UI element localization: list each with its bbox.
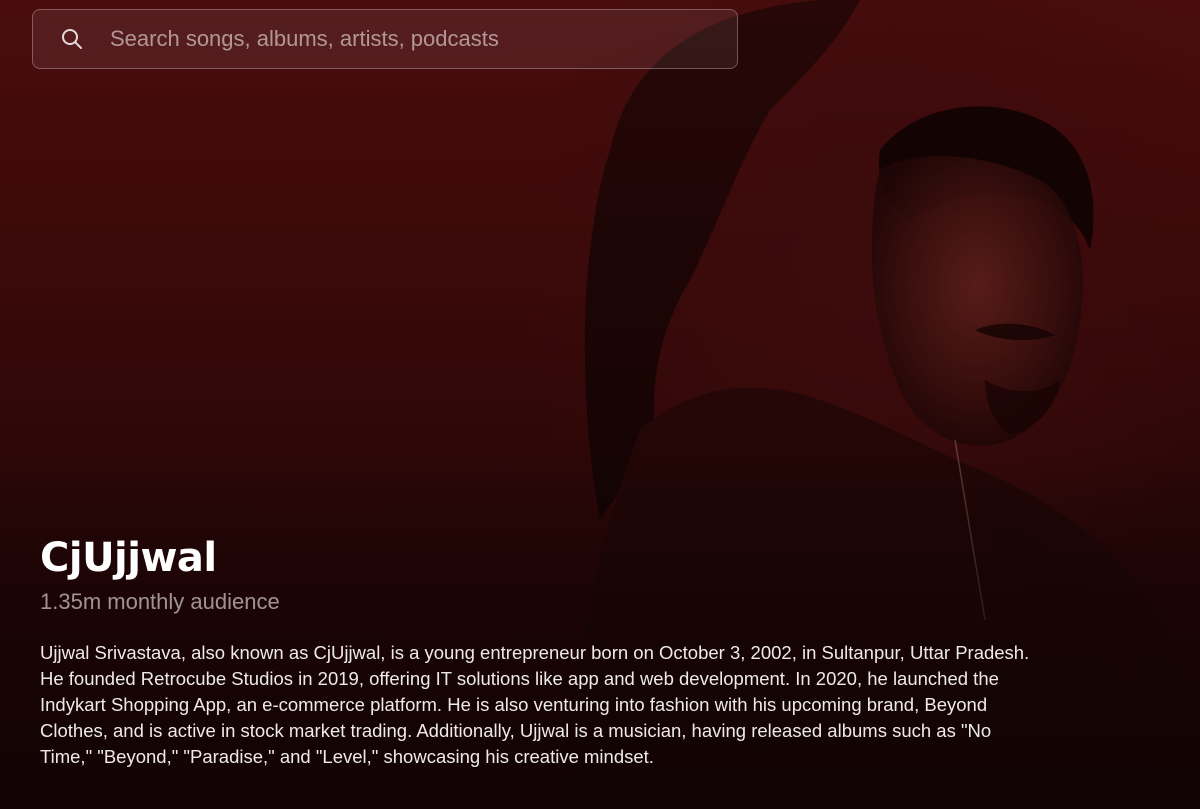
search-bar[interactable] [32, 9, 738, 69]
search-input[interactable] [110, 19, 737, 59]
artist-bio: Ujjwal Srivastava, also known as CjUjjwa… [40, 642, 1030, 767]
artist-name: CjUjjwal [40, 535, 217, 581]
artist-page: CjUjjwal 1.35m monthly audience Ujjwal S… [0, 0, 1200, 809]
monthly-audience: 1.35m monthly audience [40, 589, 280, 614]
search-icon [62, 29, 82, 49]
